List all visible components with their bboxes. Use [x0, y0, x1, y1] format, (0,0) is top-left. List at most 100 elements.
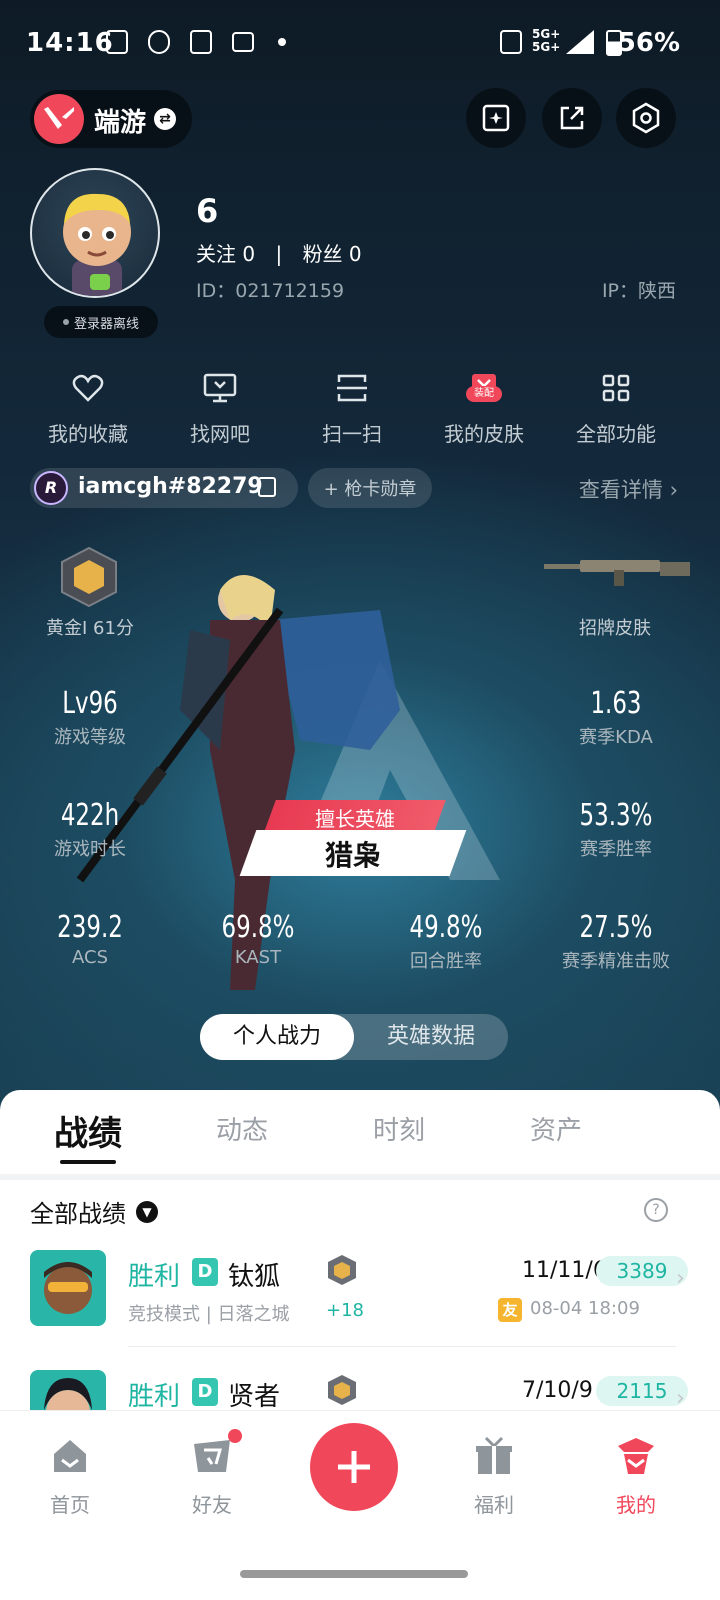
help-icon[interactable]: ?	[644, 1198, 668, 1222]
copy-icon[interactable]	[258, 477, 276, 497]
nav-welfare[interactable]: 福利	[434, 1433, 554, 1518]
nav-me[interactable]: 我的	[576, 1433, 696, 1518]
stat-level: Lv96 游戏等级	[54, 686, 126, 748]
match-kda: 7/10/9	[522, 1378, 593, 1403]
rank-gold-icon	[61, 546, 117, 608]
rank-points-change: +18	[326, 1300, 364, 1321]
match-time: 08-04 18:09	[530, 1298, 640, 1319]
stat-winrate: 53.3% 赛季胜率	[579, 798, 653, 860]
user-name: 6	[196, 192, 219, 230]
match-row[interactable]: 胜利 D 钛狐 竞技模式 | 日落之城 +18 11/11/6 3389 友 0…	[0, 1240, 720, 1360]
func-my-skins[interactable]: 装配 我的皮肤	[424, 368, 544, 447]
signature-skin-rifle-icon	[544, 560, 690, 586]
status-bar: 14:16 5G+ 5G+ 56%	[0, 0, 720, 90]
tab-activity[interactable]: 动态	[216, 1110, 268, 1147]
friends-icon	[194, 1440, 230, 1472]
battery-percent: 56%	[617, 28, 680, 58]
home-icon	[54, 1440, 86, 1472]
riot-id: iamcgh#82279	[78, 474, 263, 499]
chat-notification-icon	[148, 30, 170, 54]
rank-gold-icon	[328, 1255, 356, 1285]
func-scan[interactable]: 扫一扫	[292, 368, 412, 447]
func-favorites[interactable]: 我的收藏	[28, 368, 148, 447]
monitor-icon	[203, 373, 237, 403]
func-internet-cafe[interactable]: 找网吧	[160, 368, 280, 447]
scan-icon	[337, 374, 367, 402]
match-score-badge: 2115	[596, 1376, 688, 1406]
home-indicator	[240, 1570, 468, 1578]
match-result: 胜利	[128, 1382, 181, 1412]
follow-stats: 关注 0 | 粉丝 0	[196, 242, 362, 266]
mail-notification-icon	[232, 32, 254, 52]
active-tab-indicator	[60, 1160, 116, 1164]
match-result: 胜利	[128, 1262, 181, 1292]
ip-location: IP：陕西	[601, 280, 676, 302]
grid-icon	[602, 374, 630, 402]
nav-friends[interactable]: 好友	[152, 1429, 272, 1518]
edit-card-icon	[482, 104, 510, 132]
view-details-link[interactable]: 查看详情 ›	[579, 474, 678, 504]
valorant-logo-icon	[34, 94, 84, 144]
toggle-personal-power[interactable]: 个人战力	[200, 1014, 354, 1060]
match-score-badge: 3389	[596, 1256, 688, 1286]
mode-badge: D	[192, 1258, 218, 1286]
create-post-button[interactable]	[310, 1423, 398, 1511]
edit-card-button[interactable]	[466, 88, 526, 148]
unread-dot-icon	[228, 1429, 242, 1443]
signature-skin-label: 招牌皮肤	[579, 618, 651, 639]
game-switcher[interactable]: 端游 ⇄	[30, 90, 192, 148]
row-divider	[128, 1346, 676, 1347]
records-filter[interactable]: 全部战绩 ▼	[30, 1194, 158, 1229]
settings-button[interactable]	[616, 88, 676, 148]
stat-hours: 422h 游戏时长	[54, 798, 126, 860]
agent-name: 钛狐	[228, 1262, 281, 1292]
offline-dot-icon	[62, 319, 69, 325]
login-status-badge: 登录器离线	[44, 306, 158, 338]
func-all[interactable]: 全部功能	[556, 368, 676, 447]
friend-badge: 友	[498, 1298, 522, 1322]
mode-badge: D	[192, 1378, 218, 1406]
stat-kast: 69.8% KAST	[221, 910, 295, 968]
notification-icon	[106, 30, 128, 54]
agent-name: 贤者	[228, 1382, 281, 1412]
nav-home[interactable]: 首页	[10, 1433, 130, 1518]
rank-label: 黄金I 61分	[46, 618, 134, 639]
stat-acs: 239.2 ACS	[57, 910, 123, 968]
user-id: ID：021712159	[196, 280, 345, 302]
agent-gekko-avatar	[30, 1250, 106, 1326]
swap-icon: ⇄	[154, 108, 176, 130]
stat-kda: 1.63 赛季KDA	[579, 686, 653, 748]
match-mode-map: 竞技模式 | 日落之城	[128, 1304, 290, 1325]
sim-icon	[500, 30, 522, 54]
tab-assets[interactable]: 资产	[530, 1110, 582, 1147]
follow-count[interactable]: 关注 0	[196, 242, 255, 266]
gift-icon	[476, 1436, 512, 1474]
player-card-icon: R	[34, 471, 68, 505]
settings-hex-icon	[632, 102, 660, 134]
app-name: 端游	[94, 108, 147, 138]
network-type: 5G+ 5G+	[532, 27, 561, 54]
card-medal-button[interactable]: + 枪卡勋章	[308, 468, 432, 508]
phone-notification-icon	[190, 30, 212, 54]
tab-moments[interactable]: 时刻	[373, 1110, 425, 1147]
rank-gold-icon	[328, 1375, 356, 1405]
share-icon	[560, 106, 584, 130]
tab-records[interactable]: 战绩	[54, 1106, 122, 1155]
plus-icon	[338, 1451, 370, 1483]
fans-count[interactable]: 粉丝 0	[303, 242, 362, 266]
equip-badge: 装配	[466, 386, 502, 402]
avatar[interactable]	[30, 168, 160, 298]
main-hero-name[interactable]: 猎枭	[248, 834, 458, 874]
main-hero-tag: 擅长英雄	[315, 807, 395, 831]
riot-id-chip[interactable]: R iamcgh#82279	[30, 468, 298, 508]
more-notifications-dot	[278, 38, 286, 46]
match-kda: 11/11/6	[522, 1258, 607, 1283]
share-button[interactable]	[542, 88, 602, 148]
stat-headshot: 27.5% 赛季精准击败	[562, 910, 670, 972]
power-toggle: 个人战力 英雄数据	[200, 1014, 508, 1060]
toggle-hero-data[interactable]: 英雄数据	[354, 1014, 508, 1060]
chevron-right-icon: ›	[676, 1266, 685, 1291]
heart-icon	[72, 374, 104, 402]
divider	[0, 1174, 720, 1180]
chevron-down-icon: ▼	[136, 1200, 158, 1223]
